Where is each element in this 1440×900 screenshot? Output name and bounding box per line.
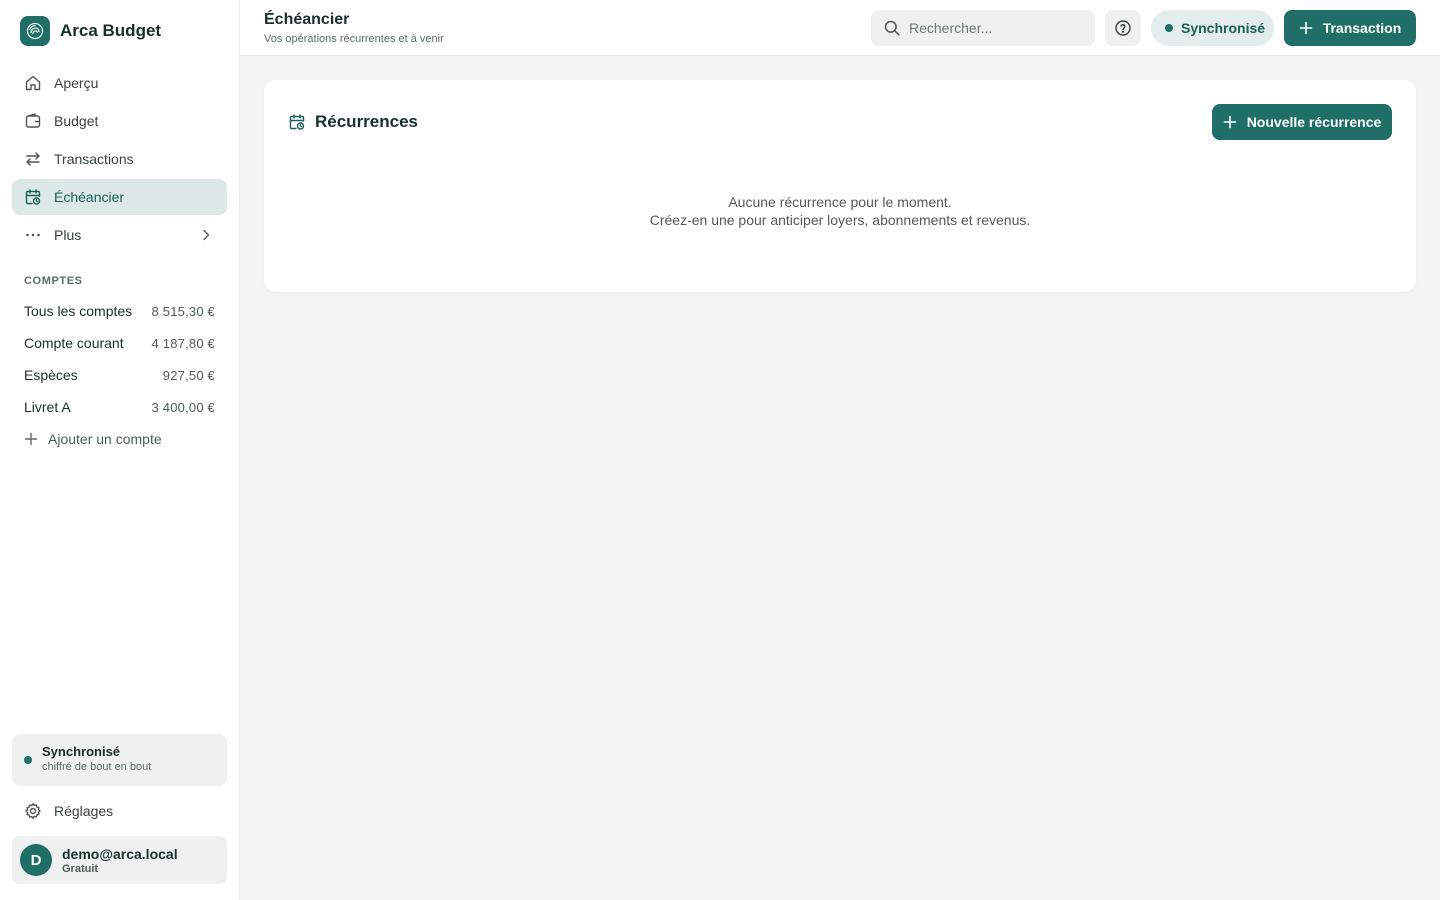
nav-item-label: Aperçu (54, 75, 99, 91)
account-amount: 8 515,30 € (151, 303, 215, 319)
chevron-right-icon (203, 229, 210, 241)
nav-item-label: Transactions (54, 151, 134, 167)
nav-item-budget[interactable]: Budget (12, 103, 227, 139)
wallet-icon (25, 113, 41, 128)
page-title: Échéancier (264, 11, 350, 28)
nav-item-transactions[interactable]: Transactions (12, 141, 227, 177)
search-icon (884, 20, 900, 36)
account-name: Tous les comptes (24, 303, 133, 319)
plus-icon (1223, 115, 1236, 129)
account-amount: 4 187,80 € (151, 335, 215, 351)
account-amount: 927,50 € (162, 367, 215, 383)
account-row-livret-a[interactable]: Livret A 3 400,00 € (12, 391, 227, 423)
avatar: D (20, 844, 52, 876)
empty-state-line-2: Créez-en une pour anticiper loyers, abon… (649, 212, 1031, 228)
settings-label: Réglages (54, 803, 114, 819)
account-row-current[interactable]: Compte courant 4 187,80 € (12, 327, 227, 359)
help-circle-icon (1115, 20, 1131, 36)
calendar-clock-icon (25, 189, 41, 205)
sync-status-label: Synchronisé (1181, 20, 1266, 36)
account-row-cash[interactable]: Espèces 927,50 € (12, 359, 227, 391)
logo-icon (20, 16, 50, 46)
recurrences-card-header: Récurrences (288, 112, 418, 132)
account-amount: 3 400,00 € (151, 399, 215, 415)
help-button[interactable] (1105, 10, 1141, 46)
user-email: demo@arca.local (62, 845, 178, 862)
sync-status-card[interactable]: Synchronisé chiffré de bout en bout (12, 734, 227, 786)
add-account-button[interactable]: Ajouter un compte (12, 423, 227, 455)
calendar-clock-icon (289, 114, 305, 130)
nav-item-echeancier[interactable]: Échéancier (12, 179, 227, 215)
new-transaction-button[interactable]: Transaction (1284, 10, 1416, 46)
sync-status-dot (1165, 24, 1173, 32)
empty-state: Aucune récurrence pour le moment. Créez-… (264, 193, 1416, 229)
gear-icon (25, 803, 41, 819)
recurrences-card: Récurrences Nouvelle récurrence Aucune r… (264, 80, 1416, 292)
nav-item-apercu[interactable]: Aperçu (12, 65, 227, 101)
nav-item-label: Échéancier (54, 189, 125, 205)
new-transaction-label: Transaction (1322, 20, 1402, 36)
sync-status-subtitle: chiffré de bout en bout (42, 761, 152, 773)
sidebar: Arca Budget Aperçu Budget Transactions É… (0, 0, 240, 900)
empty-state-line-1: Aucune récurrence pour le moment. (728, 194, 952, 210)
page-subtitle: Vos opérations récurrentes et à venir (264, 33, 444, 45)
top-header: Échéancier Vos opérations récurrentes et… (240, 0, 1440, 56)
search-input[interactable] (909, 20, 1089, 36)
new-recurrence-button[interactable]: Nouvelle récurrence (1212, 104, 1392, 140)
nav-item-label: Plus (54, 227, 82, 243)
settings-link[interactable]: Réglages (12, 793, 227, 829)
sync-status-pill[interactable]: Synchronisé (1151, 10, 1274, 46)
user-plan: Gratuit (62, 862, 99, 875)
main-nav: Aperçu Budget Transactions Échéancier Pl… (12, 65, 227, 255)
home-icon (25, 75, 41, 91)
arrows-swap-icon (26, 152, 40, 166)
search-box[interactable] (871, 10, 1095, 46)
user-account-card[interactable]: D demo@arca.local Gratuit (12, 836, 227, 884)
accounts-list: Tous les comptes 8 515,30 € Compte coura… (12, 295, 227, 455)
plus-icon (1299, 21, 1313, 35)
account-name: Livret A (24, 399, 71, 415)
app-name: Arca Budget (60, 21, 162, 40)
brand[interactable]: Arca Budget (20, 16, 161, 46)
account-name: Compte courant (24, 335, 124, 351)
plus-icon (24, 432, 38, 446)
sync-status-dot (24, 756, 32, 764)
new-recurrence-label: Nouvelle récurrence (1246, 114, 1382, 130)
nav-item-plus[interactable]: Plus (12, 217, 227, 253)
account-row-all[interactable]: Tous les comptes 8 515,30 € (12, 295, 227, 327)
nav-item-label: Budget (54, 113, 99, 129)
recurrences-title: Récurrences (315, 112, 419, 131)
sync-status-title: Synchronisé (42, 744, 121, 759)
account-name: Espèces (24, 367, 78, 383)
more-dots-icon (26, 233, 40, 237)
accounts-section-label: COMPTES (24, 275, 83, 287)
add-account-label: Ajouter un compte (48, 431, 162, 447)
